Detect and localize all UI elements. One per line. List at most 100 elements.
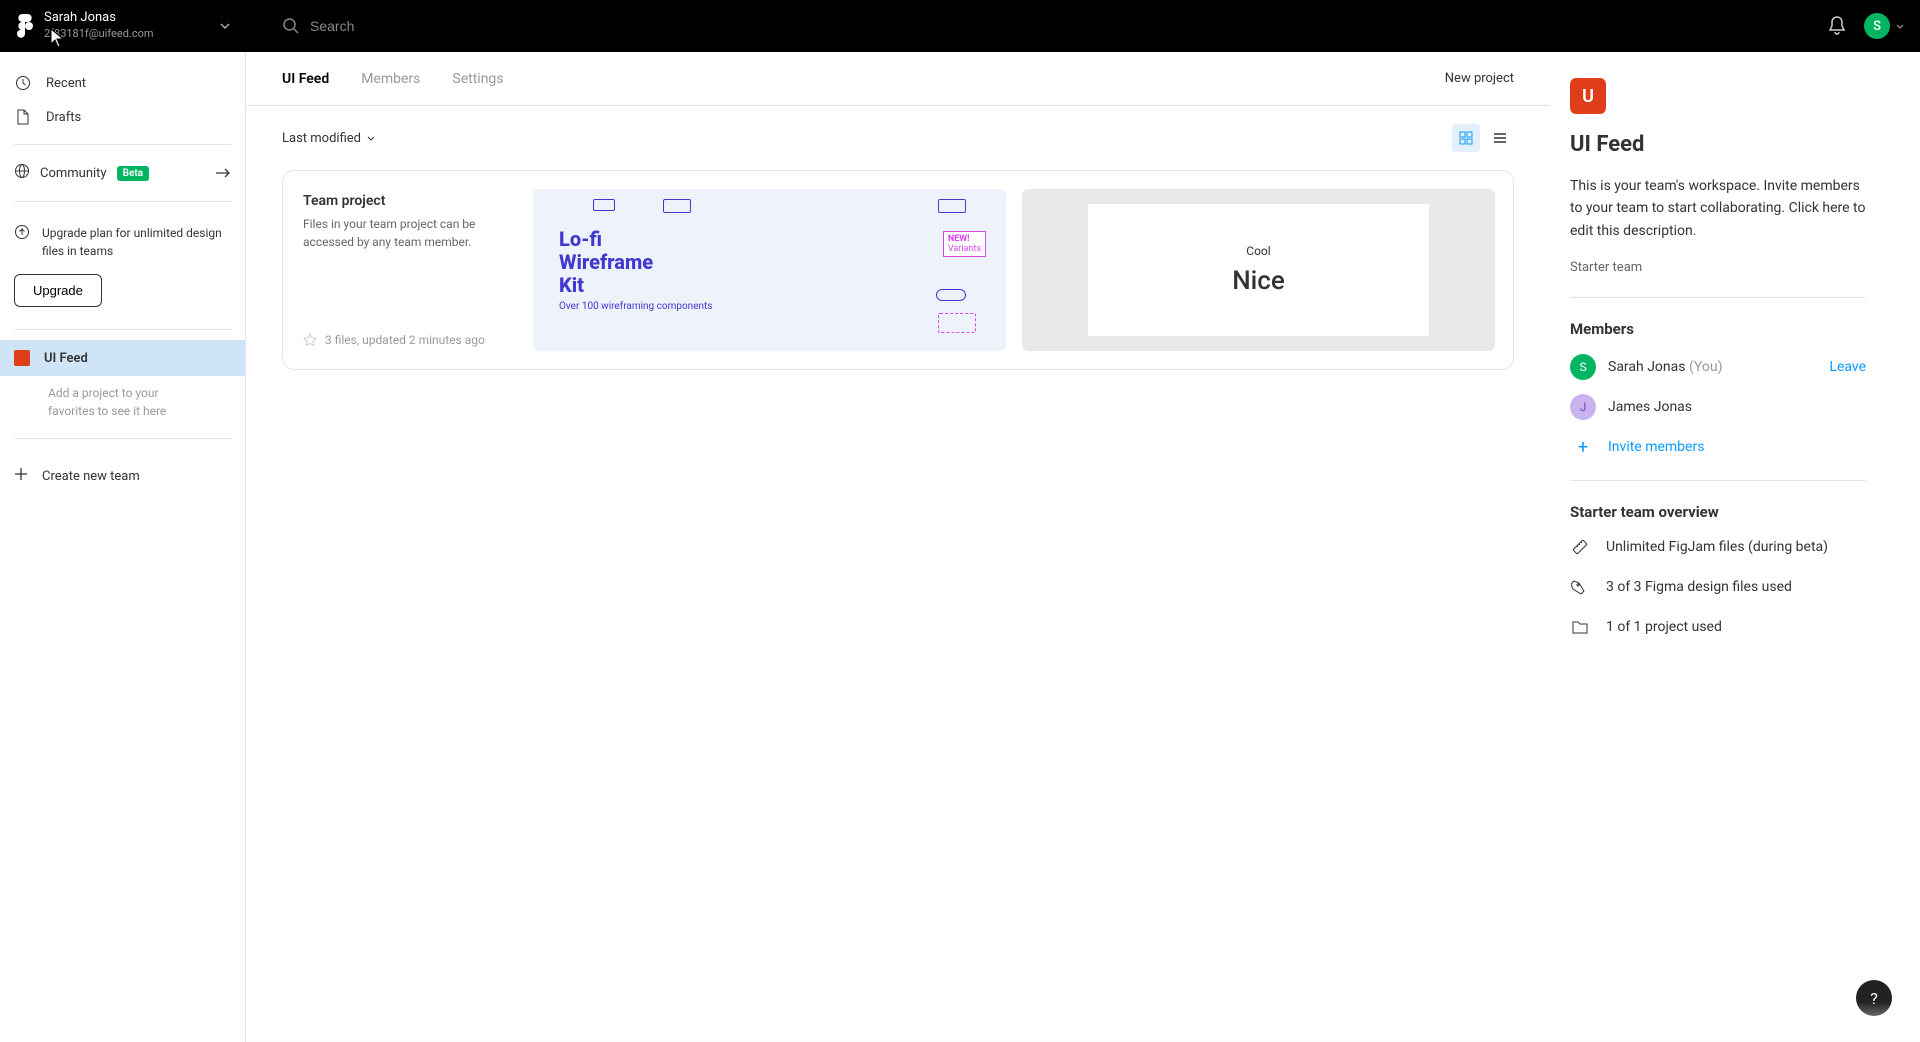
ruler-icon	[1570, 537, 1590, 557]
divider	[1570, 480, 1866, 481]
sort-dropdown[interactable]: Last modified	[282, 131, 375, 146]
star-icon[interactable]	[303, 333, 317, 347]
upgrade-text: Upgrade plan for unlimited design files …	[42, 224, 231, 260]
sidebar-recent[interactable]: Recent	[0, 66, 245, 100]
bell-icon[interactable]	[1828, 16, 1846, 36]
project-cards: Team project Files in your team project …	[246, 170, 1550, 370]
overview-projects: 1 of 1 project used	[1570, 617, 1866, 637]
member-name: Sarah Jonas (You)	[1608, 359, 1722, 375]
divider	[14, 144, 231, 145]
sidebar-community[interactable]: Community Beta	[0, 155, 245, 191]
card-thumbnails: Lo-fi Wireframe Kit Over 100 wireframing…	[533, 171, 1513, 369]
divider	[14, 201, 231, 202]
project-card[interactable]: Team project Files in your team project …	[282, 170, 1514, 370]
divider	[14, 329, 231, 330]
new-project-button[interactable]: New project	[1445, 71, 1514, 86]
member-name: James Jonas	[1608, 399, 1692, 415]
card-meta: 3 files, updated 2 minutes ago	[303, 333, 513, 347]
overview-design-files: 3 of 3 Figma design files used	[1570, 577, 1866, 597]
view-toggle	[1452, 124, 1514, 152]
tab-members[interactable]: Members	[361, 52, 434, 106]
user-name: Sarah Jonas	[44, 10, 210, 27]
sidebar-item-label: Community	[40, 166, 107, 181]
beta-badge: Beta	[117, 166, 149, 181]
member-row-self: S Sarah Jonas (You) Leave	[1570, 354, 1866, 380]
card-description: Files in your team project can be access…	[303, 215, 513, 251]
leave-button[interactable]: Leave	[1829, 359, 1866, 375]
overview-text: 1 of 1 project used	[1606, 619, 1722, 635]
plus-icon: +	[1570, 434, 1596, 460]
grid-icon	[1459, 131, 1473, 145]
card-title: Team project	[303, 193, 513, 209]
overview-figjam: Unlimited FigJam files (during beta)	[1570, 537, 1866, 557]
content-column: UI Feed Members Settings New project Las…	[246, 52, 1550, 1042]
thumb2-content: Cool Nice	[1088, 204, 1429, 337]
folder-icon	[1570, 617, 1590, 637]
topbar: Sarah Jonas 2f83181f@uifeed.com S	[0, 0, 1920, 52]
overview-text: 3 of 3 Figma design files used	[1606, 579, 1792, 595]
user-menu[interactable]: Sarah Jonas 2f83181f@uifeed.com	[0, 10, 246, 41]
thumb2-text-2: Nice	[1232, 266, 1285, 296]
globe-icon	[14, 163, 30, 183]
invite-members-button[interactable]: + Invite members	[1570, 434, 1866, 460]
thumb1-title: Lo-fi Wireframe Kit	[551, 228, 712, 297]
create-team-label: Create new team	[42, 469, 140, 484]
divider	[1570, 297, 1866, 298]
invite-label: Invite members	[1608, 439, 1704, 455]
panel-description[interactable]: This is your team's workspace. Invite me…	[1570, 175, 1866, 242]
team-name: UI Feed	[44, 351, 88, 366]
sidebar-item-label: Drafts	[46, 110, 81, 125]
tabs-row: UI Feed Members Settings New project	[246, 52, 1550, 106]
chevron-down-icon	[220, 23, 230, 29]
card-meta-text: 3 files, updated 2 minutes ago	[325, 333, 485, 347]
panel-title: UI Feed	[1570, 132, 1866, 157]
figma-logo-icon	[16, 14, 34, 38]
list-view-button[interactable]	[1486, 124, 1514, 152]
search-input[interactable]	[310, 18, 610, 34]
upgrade-button[interactable]: Upgrade	[14, 274, 102, 307]
avatar: S	[1864, 13, 1890, 39]
tab-settings[interactable]: Settings	[452, 52, 517, 106]
right-panel: U UI Feed This is your team's workspace.…	[1550, 52, 1920, 1042]
create-new-team[interactable]: Create new team	[0, 457, 245, 495]
member-row: J James Jonas	[1570, 394, 1866, 420]
sidebar: Recent Drafts Community Beta Upgrade pla…	[0, 52, 246, 1042]
members-heading: Members	[1570, 320, 1866, 338]
clock-icon	[14, 74, 32, 92]
sidebar-team-uifeed[interactable]: UI Feed	[0, 340, 245, 376]
file-thumbnail-1[interactable]: Lo-fi Wireframe Kit Over 100 wireframing…	[533, 189, 1006, 351]
team-icon: U	[1570, 78, 1606, 114]
toolbar: Last modified	[246, 106, 1550, 170]
team-color-icon	[14, 350, 30, 366]
thumb1-subtitle: Over 100 wireframing components	[551, 301, 712, 312]
card-info: Team project Files in your team project …	[283, 171, 533, 369]
chevron-down-icon	[1896, 24, 1904, 29]
search-area	[246, 17, 1828, 35]
overview-heading: Starter team overview	[1570, 503, 1866, 521]
grid-view-button[interactable]	[1452, 124, 1480, 152]
search-icon	[282, 17, 300, 35]
arrow-right-icon	[215, 167, 231, 179]
list-icon	[1493, 132, 1507, 144]
file-thumbnail-2[interactable]: Cool Nice	[1022, 189, 1495, 351]
topbar-right: S	[1828, 13, 1904, 39]
sidebar-item-label: Recent	[46, 76, 86, 91]
upgrade-icon	[14, 224, 30, 260]
divider	[14, 438, 231, 439]
thumb2-text-1: Cool	[1246, 244, 1270, 258]
help-button[interactable]: ?	[1856, 980, 1892, 1016]
sort-label: Last modified	[282, 131, 361, 146]
main: UI Feed Members Settings New project Las…	[246, 52, 1920, 1042]
member-avatar: S	[1570, 354, 1596, 380]
tab-uifeed[interactable]: UI Feed	[282, 52, 343, 106]
sidebar-drafts[interactable]: Drafts	[0, 100, 245, 134]
favorites-hint: Add a project to your favorites to see i…	[0, 376, 245, 428]
overview-text: Unlimited FigJam files (during beta)	[1606, 539, 1828, 555]
member-avatar: J	[1570, 394, 1596, 420]
user-info: Sarah Jonas 2f83181f@uifeed.com	[44, 10, 210, 41]
new-badge: NEW!Variants	[943, 231, 986, 257]
account-menu[interactable]: S	[1864, 13, 1904, 39]
upgrade-block: Upgrade plan for unlimited design files …	[0, 212, 245, 319]
panel-plan: Starter team	[1570, 260, 1866, 275]
plus-icon	[14, 467, 28, 485]
